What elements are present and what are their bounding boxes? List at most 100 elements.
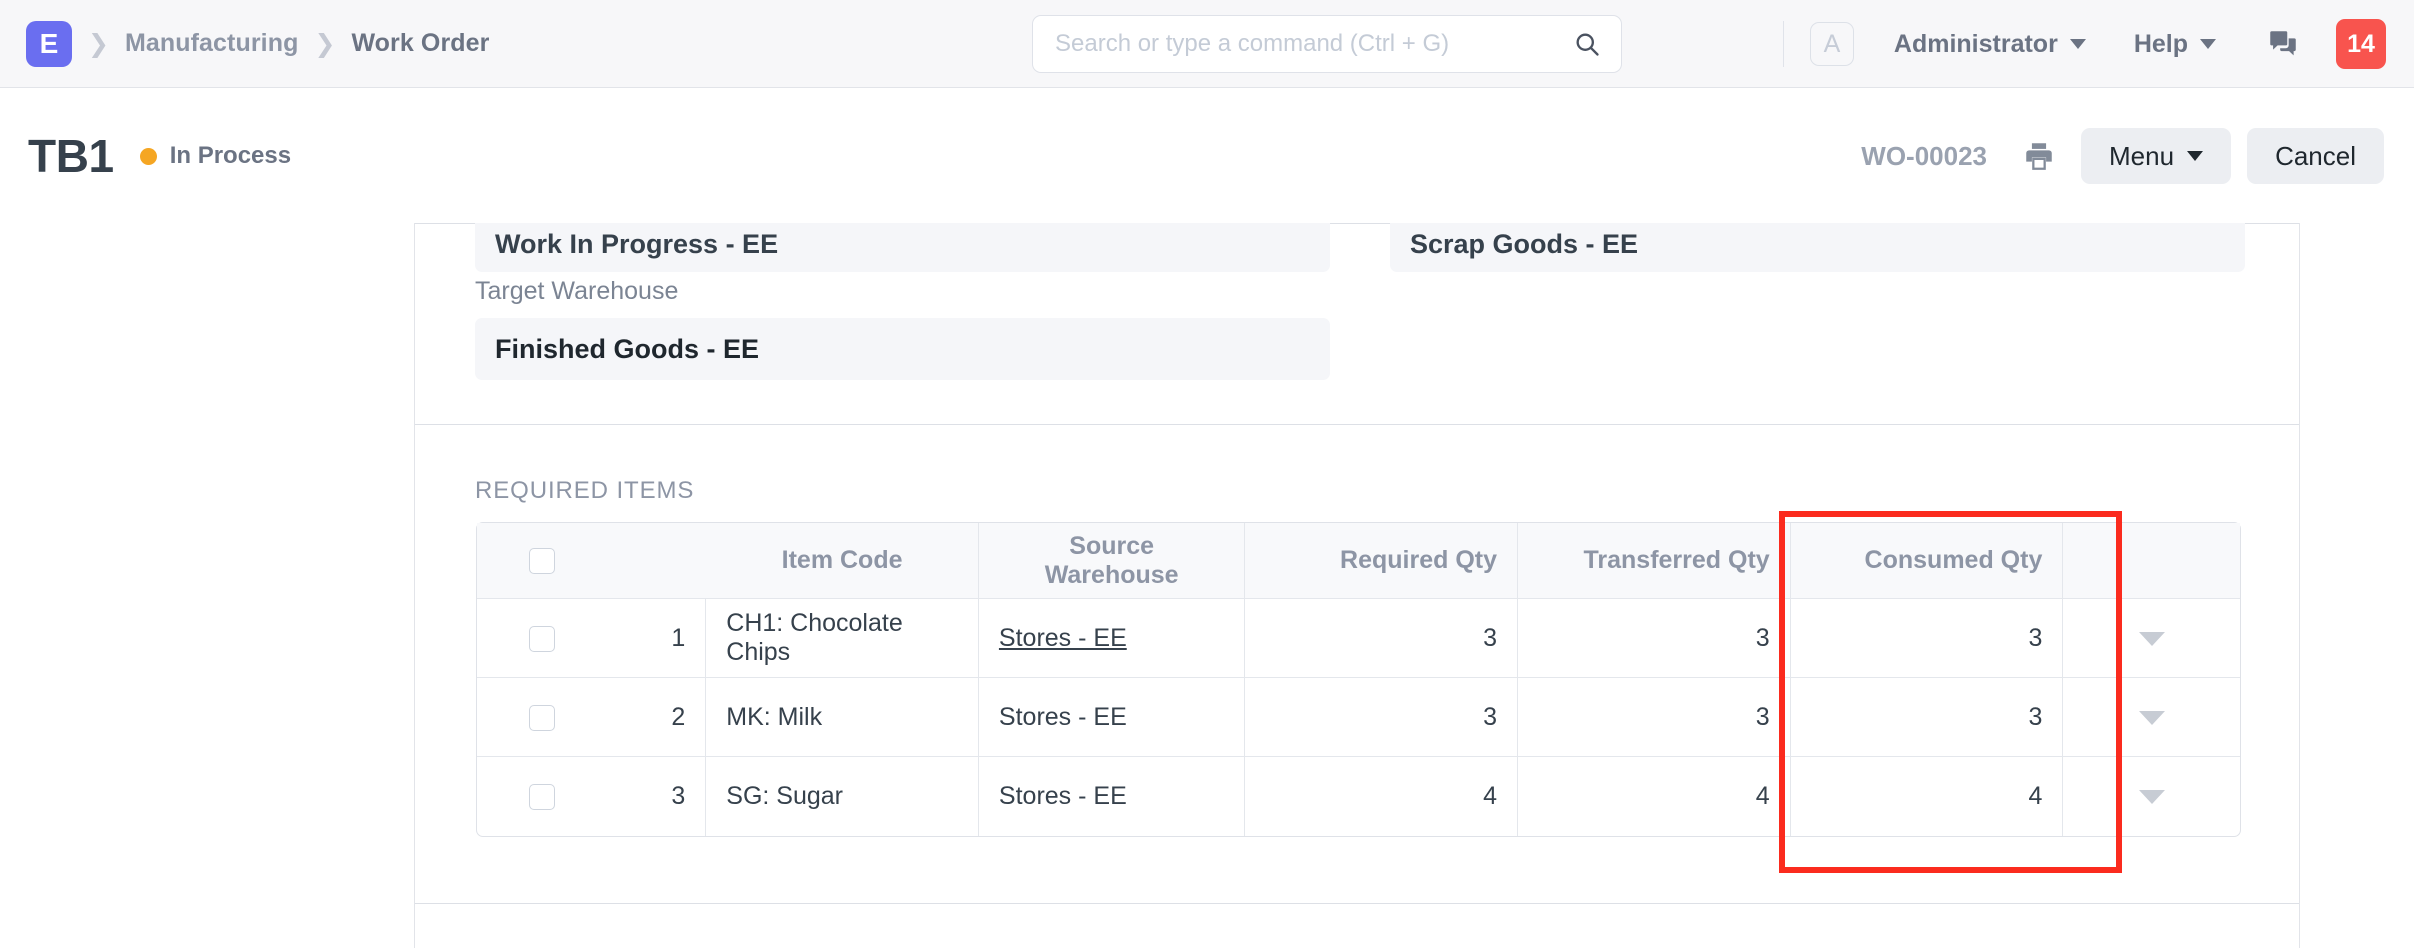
work-in-progress-warehouse-field[interactable]: Work In Progress - EE xyxy=(475,223,1330,272)
section-divider-bottom xyxy=(415,903,2299,904)
required-qty-value: 3 xyxy=(1483,623,1498,652)
cell-required-qty[interactable]: 3 xyxy=(1245,599,1519,678)
cell-consumed-qty[interactable]: 3 xyxy=(1790,678,2064,757)
cell-row-actions xyxy=(2063,757,2240,836)
table-header: Item Code Source Warehouse Required Qty … xyxy=(477,523,2240,599)
source-warehouse-text: Stores - EE xyxy=(998,702,1127,731)
target-warehouse-field: Target Warehouse Finished Goods - EE xyxy=(475,277,1330,380)
breadcrumb: E ❯ Manufacturing ❯ Work Order xyxy=(0,20,490,67)
cell-required-qty[interactable]: 3 xyxy=(1245,678,1519,757)
table-row[interactable]: 3 SG: Sugar Stores - EE 4 4 4 xyxy=(477,757,2240,836)
row-checkbox[interactable] xyxy=(529,784,556,811)
item-code-text: CH1: Chocolate Chips xyxy=(726,609,903,666)
notification-badge[interactable]: 14 xyxy=(2336,19,2386,69)
table-header-row: Item Code Source Warehouse Required Qty … xyxy=(477,523,2240,599)
cell-required-qty[interactable]: 4 xyxy=(1245,757,1519,836)
transferred-qty-value: 3 xyxy=(1755,623,1770,652)
breadcrumb-item-work-order[interactable]: Work Order xyxy=(351,29,489,58)
required-items-section-title: REQUIRED ITEMS xyxy=(475,477,695,504)
chevron-down-icon xyxy=(2187,151,2204,161)
form-content: Work In Progress - EE Scrap Goods - EE T… xyxy=(414,223,2300,948)
item-code-text: MK: Milk xyxy=(726,702,823,731)
row-select-cell xyxy=(477,678,608,757)
column-header-item-code[interactable]: Item Code xyxy=(706,523,979,599)
avatar[interactable]: A xyxy=(1809,22,1854,66)
row-expand-chevron-down-icon[interactable] xyxy=(2138,710,2165,725)
cell-item-code[interactable]: CH1: Chocolate Chips xyxy=(706,599,979,678)
navbar-divider xyxy=(1782,21,1784,67)
chevron-down-icon xyxy=(2069,39,2086,49)
required-qty-value: 4 xyxy=(1483,782,1498,810)
cell-row-actions xyxy=(2063,678,2240,757)
consumed-qty-value: 3 xyxy=(2028,623,2043,652)
select-all-checkbox[interactable] xyxy=(529,548,556,575)
search-bar[interactable] xyxy=(1032,15,1622,73)
clipped-fields-row: Work In Progress - EE Scrap Goods - EE xyxy=(475,223,2245,272)
navbar-right-actions: A Administrator Help 14 xyxy=(1782,0,2386,88)
chevron-down-icon xyxy=(2200,39,2216,49)
transferred-qty-value: 3 xyxy=(1755,702,1770,731)
search-input[interactable] xyxy=(1033,16,1573,72)
app-logo[interactable]: E xyxy=(26,20,72,67)
required-items-table: Item Code Source Warehouse Required Qty … xyxy=(476,522,2241,837)
cell-transferred-qty[interactable]: 4 xyxy=(1518,757,1791,836)
help-menu-label: Help xyxy=(2133,29,2188,58)
consumed-qty-value: 4 xyxy=(2028,782,2043,810)
user-menu-label: Administrator xyxy=(1893,29,2058,58)
cancel-button[interactable]: Cancel xyxy=(2247,128,2384,184)
breadcrumb-item-manufacturing[interactable]: Manufacturing xyxy=(125,29,299,58)
top-navbar: E ❯ Manufacturing ❯ Work Order A Adminis… xyxy=(0,0,2414,88)
status-label: In Process xyxy=(169,142,292,169)
table-row[interactable]: 2 MK: Milk Stores - EE 3 3 3 xyxy=(477,678,2240,757)
menu-button[interactable]: Menu xyxy=(2081,128,2232,184)
printer-icon[interactable] xyxy=(2013,130,2065,182)
breadcrumb-separator-icon: ❯ xyxy=(88,29,109,58)
cell-consumed-qty[interactable]: 3 xyxy=(1790,599,2064,678)
row-checkbox[interactable] xyxy=(529,704,556,731)
scrap-warehouse-value: Scrap Goods - EE xyxy=(1390,223,2245,272)
cell-row-actions xyxy=(2063,599,2240,678)
menu-button-label: Menu xyxy=(2109,140,2175,171)
cell-source-warehouse[interactable]: Stores - EE xyxy=(978,678,1246,757)
document-id: WO-00023 xyxy=(1861,140,1988,171)
column-header-transferred-qty[interactable]: Transferred Qty xyxy=(1518,523,1791,599)
chat-icon[interactable] xyxy=(2240,27,2326,61)
row-select-cell xyxy=(477,757,607,836)
user-menu[interactable]: Administrator xyxy=(1870,0,2110,88)
cell-source-warehouse[interactable]: Stores - EE xyxy=(979,757,1246,836)
transferred-qty-value: 4 xyxy=(1755,782,1770,810)
cell-source-warehouse[interactable]: Stores - EE xyxy=(978,599,1246,678)
cell-item-code[interactable]: MK: Milk xyxy=(706,678,979,757)
target-warehouse-value[interactable]: Finished Goods - EE xyxy=(475,318,1330,380)
column-header-actions xyxy=(2063,523,2240,599)
column-header-source-warehouse[interactable]: Source Warehouse xyxy=(978,523,1246,599)
row-index: 2 xyxy=(607,678,707,757)
item-code-text: SG: Sugar xyxy=(726,782,843,810)
page-header-actions: WO-00023 Menu Cancel xyxy=(1861,89,2384,223)
cell-transferred-qty[interactable]: 3 xyxy=(1518,599,1791,678)
help-menu[interactable]: Help xyxy=(2110,0,2240,88)
work-in-progress-warehouse-value: Work In Progress - EE xyxy=(475,223,1330,272)
row-index-header xyxy=(607,523,707,599)
table-row[interactable]: 1 CH1: Chocolate Chips Stores - EE 3 3 3 xyxy=(477,599,2240,678)
row-checkbox[interactable] xyxy=(529,625,556,652)
select-all-header xyxy=(477,523,608,599)
row-index: 1 xyxy=(607,599,707,678)
row-expand-chevron-down-icon[interactable] xyxy=(2138,790,2165,804)
column-header-consumed-qty[interactable]: Consumed Qty xyxy=(1790,523,2064,599)
row-index: 3 xyxy=(607,757,707,836)
source-warehouse-link[interactable]: Stores - EE xyxy=(999,624,1127,652)
row-expand-chevron-down-icon[interactable] xyxy=(2138,631,2165,646)
source-warehouse-text: Stores - EE xyxy=(998,782,1127,810)
cell-consumed-qty[interactable]: 4 xyxy=(1791,757,2064,836)
column-header-required-qty[interactable]: Required Qty xyxy=(1245,523,1519,599)
page-title: TB1 xyxy=(28,130,114,182)
target-warehouse-label: Target Warehouse xyxy=(475,277,679,305)
search-icon[interactable] xyxy=(1573,30,1621,58)
status-dot-icon xyxy=(139,147,157,165)
scrap-warehouse-field[interactable]: Scrap Goods - EE xyxy=(1390,223,2245,272)
cell-item-code[interactable]: SG: Sugar xyxy=(706,757,979,836)
required-qty-value: 3 xyxy=(1483,702,1498,731)
cell-transferred-qty[interactable]: 3 xyxy=(1518,678,1791,757)
page-header: TB1 In Process WO-00023 Menu Cancel xyxy=(0,89,2414,223)
